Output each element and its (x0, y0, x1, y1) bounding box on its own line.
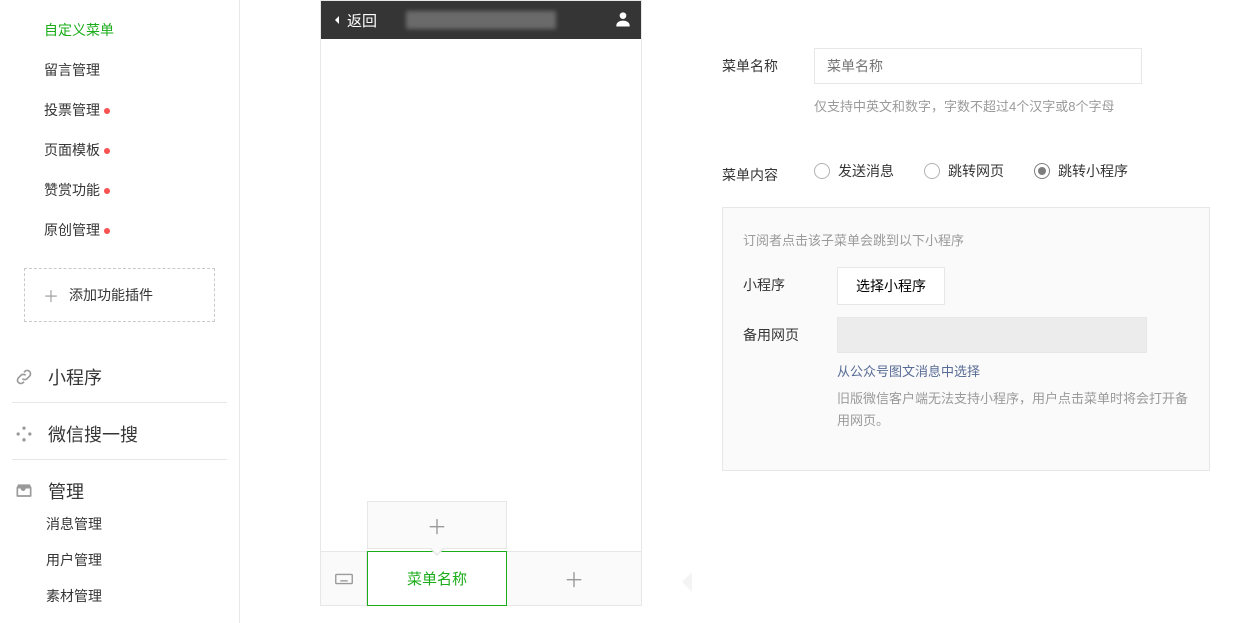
sub-item-message-manage[interactable]: 消息管理 (12, 504, 227, 540)
section-head-miniprogram[interactable]: 小程序 (12, 364, 227, 390)
plus-icon: ＋ (43, 283, 59, 307)
row-backup-url: 备用网页 从公众号图文消息中选择 旧版微信客户端无法支持小程序，用户点击菜单时将… (743, 317, 1189, 432)
section-head-search[interactable]: 微信搜一搜 (12, 421, 227, 447)
notification-dot-icon (104, 108, 110, 114)
menu-name-input[interactable] (814, 48, 1142, 84)
section-head-manage[interactable]: 管理 (12, 478, 227, 504)
keyboard-icon (333, 568, 355, 590)
phone-preview: 返回 ＋ 菜单名称 ＋ (320, 0, 642, 606)
person-icon (613, 9, 633, 29)
notification-dot-icon (104, 188, 110, 194)
phone-body (321, 39, 641, 551)
pointer-arrow-icon (682, 572, 692, 592)
keyboard-toggle[interactable] (321, 552, 367, 605)
radio-circle-icon (924, 163, 940, 179)
chevron-left-icon (329, 12, 345, 28)
radio-label: 跳转小程序 (1058, 161, 1128, 181)
section-manage: 管理 消息管理 用户管理 素材管理 (12, 459, 227, 612)
section-search: 微信搜一搜 (12, 402, 227, 459)
add-plugin-button[interactable]: ＋ 添加功能插件 (24, 268, 215, 322)
radio-jump-miniprogram[interactable]: 跳转小程序 (1034, 161, 1128, 181)
nav-item-template[interactable]: 页面模板 (0, 130, 239, 170)
sidebar: 自定义菜单 留言管理 投票管理 页面模板 赞赏功能 原创管理 ＋ 添加功能插件 … (0, 0, 240, 623)
notification-dot-icon (104, 228, 110, 234)
nav-item-custom-menu[interactable]: 自定义菜单 (0, 10, 239, 50)
notification-dot-icon (104, 148, 110, 154)
radio-group-content-type: 发送消息 跳转网页 跳转小程序 (814, 157, 1128, 181)
label-menu-name: 菜单名称 (722, 48, 792, 76)
sparkle-icon (14, 424, 36, 444)
menu-slot-1[interactable]: 菜单名称 (367, 551, 507, 606)
radio-jump-web[interactable]: 跳转网页 (924, 161, 1004, 181)
section-title: 微信搜一搜 (48, 421, 138, 447)
add-plugin-label: 添加功能插件 (69, 285, 153, 305)
add-menu-button[interactable]: ＋ (507, 552, 641, 605)
phone-back-button[interactable]: 返回 (329, 10, 377, 31)
row-menu-content: 菜单内容 发送消息 跳转网页 跳转小程序 (722, 157, 1210, 185)
label-backup-url: 备用网页 (743, 317, 809, 345)
panel-description: 订阅者点击该子菜单会跳到以下小程序 (743, 230, 1189, 249)
label-menu-content: 菜单内容 (722, 157, 792, 185)
nav-item-reward[interactable]: 赞赏功能 (0, 170, 239, 210)
sub-item-material-manage[interactable]: 素材管理 (12, 576, 227, 612)
backup-note: 旧版微信客户端无法支持小程序，用户点击菜单时将会打开备用网页。 (837, 388, 1189, 432)
choose-miniprogram-button[interactable]: 选择小程序 (837, 267, 945, 305)
backup-url-input[interactable] (837, 317, 1147, 353)
nav-item-label: 原创管理 (44, 222, 100, 238)
plus-icon: ＋ (427, 511, 447, 540)
section-title: 管理 (48, 478, 84, 504)
nav-item-label: 页面模板 (44, 142, 100, 158)
menu-name-hint: 仅支持中英文和数字，字数不超过4个汉字或8个字母 (814, 96, 1210, 115)
nav-item-vote[interactable]: 投票管理 (0, 90, 239, 130)
nav-item-label: 投票管理 (44, 102, 100, 118)
radio-circle-icon (1034, 163, 1050, 179)
phone-back-label: 返回 (347, 10, 377, 31)
detail-panel: 菜单名称 仅支持中英文和数字，字数不超过4个汉字或8个字母 菜单内容 发送消息 … (692, 0, 1240, 623)
section-miniprogram: 小程序 (12, 346, 227, 402)
nav-item-original[interactable]: 原创管理 (0, 210, 239, 250)
radio-label: 发送消息 (838, 161, 894, 181)
phone-preview-column: 返回 ＋ 菜单名称 ＋ (240, 0, 692, 623)
radio-circle-icon (814, 163, 830, 179)
label-miniprogram: 小程序 (743, 267, 809, 295)
section-title: 小程序 (48, 364, 102, 390)
row-miniprogram: 小程序 选择小程序 (743, 267, 1189, 305)
radio-send-message[interactable]: 发送消息 (814, 161, 894, 181)
nav-item-label: 赞赏功能 (44, 182, 100, 198)
phone-user-icon[interactable] (613, 9, 633, 32)
miniprogram-panel: 订阅者点击该子菜单会跳到以下小程序 小程序 选择小程序 备用网页 从公众号图文消… (722, 207, 1210, 471)
row-menu-name: 菜单名称 (722, 48, 1210, 84)
nav-item-comments[interactable]: 留言管理 (0, 50, 239, 90)
radio-label: 跳转网页 (948, 161, 1004, 181)
choose-from-article-link[interactable]: 从公众号图文消息中选择 (837, 361, 1189, 380)
inbox-icon (14, 481, 36, 501)
sub-item-user-manage[interactable]: 用户管理 (12, 540, 227, 576)
phone-title-blurred (406, 11, 556, 29)
plus-icon: ＋ (564, 564, 584, 593)
link-icon (14, 367, 36, 387)
phone-menu-bar: 菜单名称 ＋ (321, 551, 641, 605)
add-submenu-button[interactable]: ＋ (367, 501, 507, 549)
phone-header: 返回 (321, 1, 641, 39)
